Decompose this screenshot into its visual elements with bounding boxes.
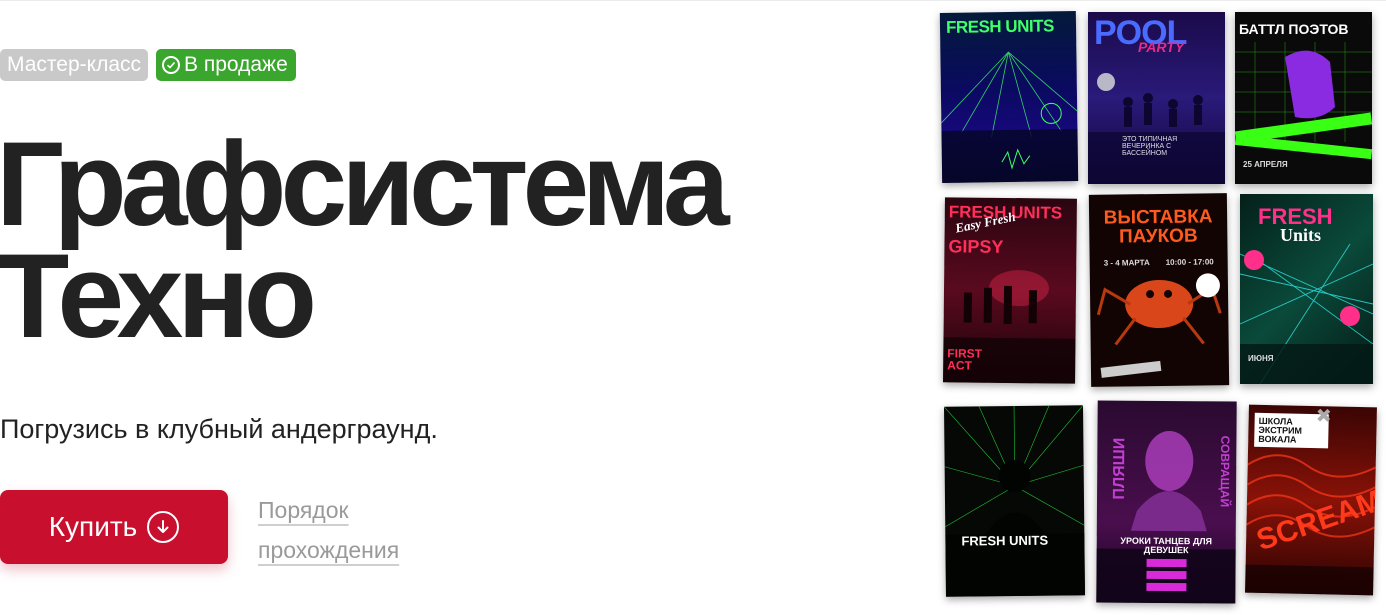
poster-fresh-units-silhouette-title: FRESH UNITS [961,532,1049,549]
poster-extreme-vocal: ШКОЛА ЭКСТРИМ ВОКАЛА SCREAM [1245,404,1377,596]
order-link-line2[interactable]: прохождения [258,530,399,570]
poster-battle-poets-title: БАТТЛ ПОЭТОВ [1239,21,1349,37]
status-badge-label: В продаже [184,53,288,76]
poster-fresh-units-gipsy-footer: FIRST ACT [947,346,983,373]
page-title-line2: Техно [0,229,317,363]
page-subtitle: Погрузись в клубный андерграунд. [0,414,438,444]
poster-pool-party: POOL PARTY ЭТО ТИПИЧНАЯ ВЕЧЕРИНКА С БАСС… [1088,12,1225,184]
poster-battle-poets-date: 25 АПРЕЛЯ [1243,160,1288,169]
poster-fresh-units-act: FRESH Units ИЮНЯ [1240,194,1373,384]
status-badge: В продаже [156,49,296,81]
poster-pool-party-sub: PARTY [1138,39,1185,55]
poster-battle-poets: БАТТЛ ПОЭТОВ 25 АПРЕЛЯ [1235,12,1372,184]
poster-fresh-units-silhouette: FRESH UNITS [944,405,1085,597]
buy-button-label: Купить [48,511,138,542]
category-tag: Мастер-класс [0,49,148,81]
poster-fresh-units-gipsy-sub: GIPSY [948,236,1004,257]
poster-extreme-vocal-title: ШКОЛА ЭКСТРИМ ВОКАЛА [1258,415,1303,445]
poster-fresh-units-gipsy: FRESH UNITS Easy Fresh GIPSY FIRST ACT [943,197,1077,384]
dancer-graphic [1096,431,1236,604]
poster-fresh-units-laser-title: FRESH UNITS [945,16,1054,37]
poster-fresh-units-act-script: Units [1280,225,1322,245]
page-title: Графсистема Техно [0,117,730,363]
poster-dance-lessons-side2: СОВРАЩАЙ [1217,435,1233,508]
poster-spider-exhibition-date: 3 - 4 МАРТА [1103,258,1150,268]
check-circle-icon [162,56,180,74]
poster-fresh-units-laser: FRESH UNITS [939,11,1079,183]
order-link[interactable]: Порядок прохождения [258,490,399,570]
poster-fresh-units-act-date: ИЮНЯ [1248,354,1274,363]
poster-spider-exhibition-time: 10:00 - 17:00 [1165,257,1214,267]
statue-graphic [1235,42,1372,160]
poster-dance-lessons: ПЛЯШИ СОВРАЩАЙ УРОКИ ТАНЦЕВ ДЛЯ ДЕВУШЕК [1096,400,1237,604]
arrow-down-circle-icon [147,511,180,543]
poster-dance-lessons-title: УРОКИ ТАНЦЕВ ДЛЯ ДЕВУШЕК [1120,535,1213,556]
tag-row: Мастер-класс В продаже [0,49,296,81]
poster-spider-exhibition-title: ВЫСТАВКА ПАУКОВ [1103,206,1213,248]
silhouette-graphic [944,405,1085,597]
buy-button[interactable]: Купить [0,490,228,564]
top-divider [0,0,1386,1]
page-title-line1: Графсистема [0,117,730,251]
poster-dance-lessons-side1: ПЛЯШИ [1110,437,1129,500]
order-link-line1[interactable]: Порядок [258,490,399,530]
laser-graphic [941,51,1079,183]
poster-pool-party-caption: ЭТО ТИПИЧНАЯ ВЕЧЕРИНКА С БАССЕЙНОМ [1122,136,1178,157]
poster-spider-exhibition: ВЫСТАВКА ПАУКОВ 3 - 4 МАРТА 10:00 - 17:0… [1088,193,1230,387]
